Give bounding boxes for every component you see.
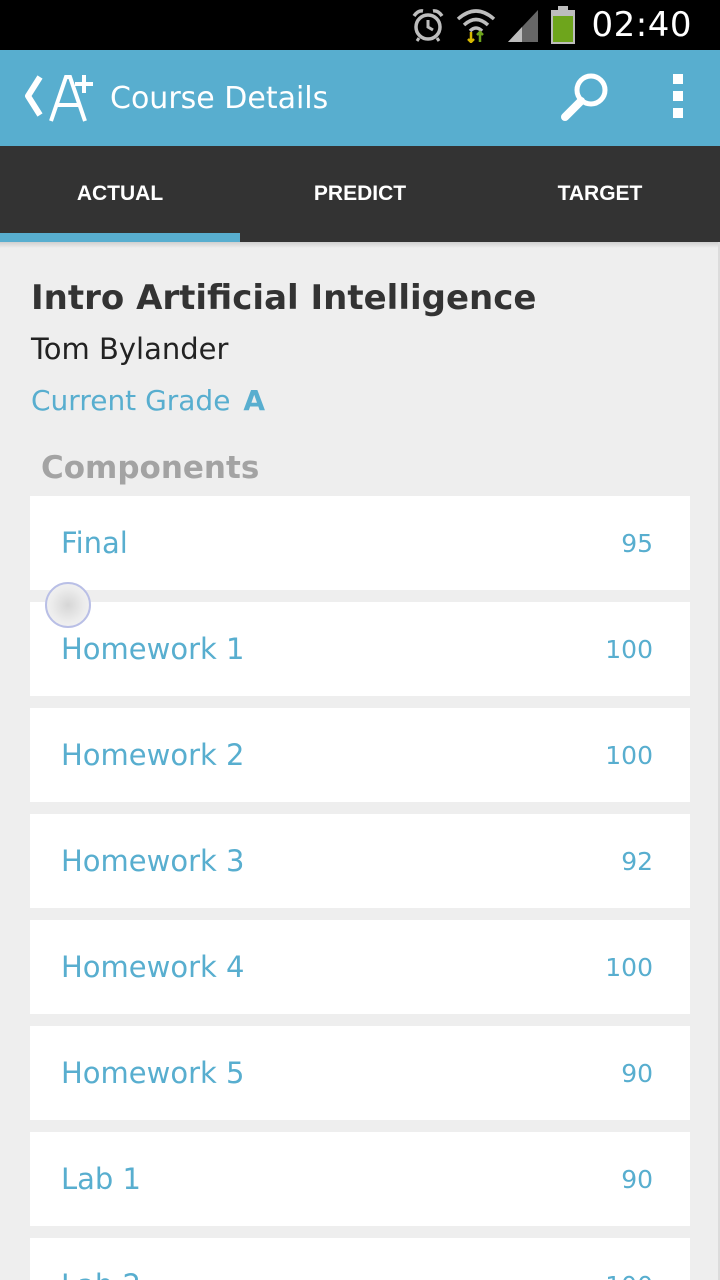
component-score: 95 — [621, 528, 653, 558]
overflow-menu-button[interactable] — [648, 50, 708, 146]
component-item-homework-3[interactable]: Homework 3 92 — [30, 814, 690, 908]
component-item-final[interactable]: Final 95 — [30, 496, 690, 590]
component-name: Homework 5 — [61, 1056, 245, 1090]
tab-bar: ACTUAL PREDICT TARGET — [0, 146, 720, 242]
component-item-lab-2[interactable]: Lab 2 100 — [30, 1238, 690, 1280]
component-score: 90 — [621, 1058, 653, 1088]
component-item-lab-1[interactable]: Lab 1 90 — [30, 1132, 690, 1226]
component-name: Homework 2 — [61, 738, 245, 772]
app-logo-icon — [48, 73, 94, 123]
battery-icon — [550, 6, 576, 44]
search-button[interactable] — [540, 50, 630, 146]
action-bar: Course Details — [0, 50, 720, 146]
tab-actual[interactable]: ACTUAL — [0, 146, 240, 242]
course-name: Intro Artificial Intelligence — [31, 278, 537, 318]
component-score: 100 — [605, 1271, 653, 1280]
tab-label: TARGET — [557, 182, 643, 205]
status-bar: 02:40 — [0, 0, 720, 50]
course-details-content[interactable]: Intro Artificial Intelligence Tom Byland… — [0, 242, 720, 1280]
signal-icon — [506, 7, 540, 43]
tab-target[interactable]: TARGET — [480, 146, 720, 242]
tab-label: ACTUAL — [76, 182, 164, 205]
current-grade-label: Current Grade — [31, 384, 231, 417]
tab-label: PREDICT — [313, 182, 407, 205]
component-score: 92 — [621, 846, 653, 876]
component-name: Homework 3 — [61, 844, 245, 878]
component-score: 100 — [605, 952, 653, 982]
tab-predict[interactable]: PREDICT — [240, 146, 480, 242]
component-item-homework-5[interactable]: Homework 5 90 — [30, 1026, 690, 1120]
overflow-menu-icon — [671, 74, 685, 122]
component-name: Lab 1 — [61, 1162, 142, 1196]
current-grade-value: A — [243, 384, 266, 417]
component-item-homework-2[interactable]: Homework 2 100 — [30, 708, 690, 802]
up-navigation-button[interactable] — [0, 50, 94, 146]
tab-bar-shadow — [0, 242, 720, 248]
instructor-name: Tom Bylander — [31, 332, 229, 366]
component-item-homework-1[interactable]: Homework 1 100 — [30, 602, 690, 696]
touch-indicator — [45, 582, 91, 628]
status-clock: 02:40 — [591, 5, 692, 45]
component-score: 100 — [605, 634, 653, 664]
component-list: Final 95 Homework 1 100 Homework 2 100 H… — [30, 496, 690, 1280]
search-icon — [559, 70, 611, 126]
components-heading: Components — [41, 450, 260, 486]
component-score: 90 — [621, 1164, 653, 1194]
component-name: Homework 1 — [61, 632, 245, 666]
component-name: Homework 4 — [61, 950, 245, 984]
alarm-icon — [410, 7, 446, 43]
current-grade: Current Grade A — [31, 384, 265, 417]
component-name: Lab 2 — [61, 1268, 141, 1280]
component-score: 100 — [605, 740, 653, 770]
back-chevron-icon — [22, 74, 44, 122]
wifi-icon — [456, 7, 496, 43]
component-name: Final — [61, 526, 128, 560]
screen-title: Course Details — [110, 80, 329, 116]
component-item-homework-4[interactable]: Homework 4 100 — [30, 920, 690, 1014]
